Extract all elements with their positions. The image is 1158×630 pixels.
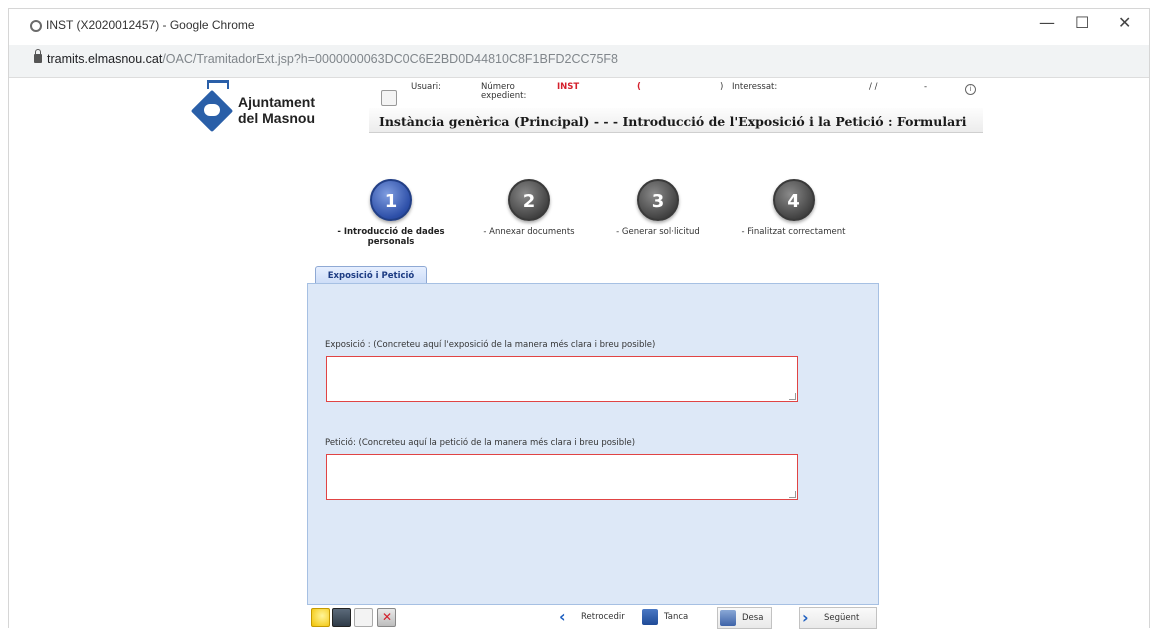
form-panel: Exposició : (Concreteu aquí l'exposició … xyxy=(307,283,879,605)
usuari-label: Usuari: xyxy=(411,82,441,92)
save-icon xyxy=(720,610,736,626)
crown-icon xyxy=(207,80,229,89)
url-host: tramits.elmasnou.cat xyxy=(47,52,163,66)
title-bar: INST (X2020012457) - Google Chrome — ☐ ✕ xyxy=(9,9,1149,45)
close-window-icon xyxy=(642,609,658,625)
peticio-textarea[interactable] xyxy=(326,454,798,500)
new-document-icon[interactable] xyxy=(311,608,330,627)
page-content: Ajuntament del Masnou Usuari: Número exp… xyxy=(9,78,1149,629)
paren-open: ( xyxy=(637,82,641,92)
step-2: 2 - Annexar documents xyxy=(464,179,594,237)
close-button[interactable]: Tanca xyxy=(640,607,688,627)
step-1-number: 1 xyxy=(370,179,412,221)
paren-close: ) xyxy=(720,82,724,92)
minimize-icon[interactable]: — xyxy=(1039,13,1055,32)
step-1: 1 - Introducció de dades personals xyxy=(316,179,466,247)
numero-label-2: expedient: xyxy=(481,91,527,101)
maximize-icon[interactable]: ☐ xyxy=(1075,13,1089,32)
expedient-header: Usuari: Número expedient: INST ( ) Inter… xyxy=(369,80,983,133)
terminal-icon[interactable] xyxy=(332,608,351,627)
lock-icon[interactable] xyxy=(34,49,42,63)
exposicio-label: Exposició : (Concreteu aquí l'exposició … xyxy=(325,340,656,350)
dash-separator: - xyxy=(924,82,928,92)
chevron-right-icon: › xyxy=(802,608,809,627)
close-icon[interactable]: ✕ xyxy=(1118,13,1131,32)
page-title: Instància genèrica (Principal) - - - Int… xyxy=(379,114,967,129)
peticio-label: Petició: (Concreteu aquí la petició de l… xyxy=(325,438,636,448)
step-3: 3 - Generar sol·licitud xyxy=(593,179,723,237)
numero-value: INST xyxy=(557,82,580,92)
back-button[interactable]: ‹ Retrocedir xyxy=(557,607,625,627)
document-icon[interactable] xyxy=(354,608,373,627)
info-icon[interactable]: i xyxy=(965,84,976,95)
logo-name: Ajuntament del Masnou xyxy=(238,94,316,126)
step-2-label: - Annexar documents xyxy=(483,227,575,237)
chevron-left-icon: ‹ xyxy=(559,607,566,626)
url-path: /OAC/TramitadorExt.jsp?h=0000000063DC0C6… xyxy=(162,52,619,66)
url-text[interactable]: tramits.elmasnou.cat/OAC/TramitadorExt.j… xyxy=(47,52,618,66)
step-4: 4 - Finalitzat correctament xyxy=(721,179,866,237)
interessat-label: Interessat: xyxy=(732,82,778,92)
save-button[interactable]: Desa xyxy=(717,607,773,629)
step-1-label: - Introducció de dades personals xyxy=(337,227,445,247)
site-favicon-icon xyxy=(30,20,42,32)
step-3-number: 3 xyxy=(637,179,679,221)
browser-window: INST (X2020012457) - Google Chrome — ☐ ✕… xyxy=(8,8,1150,629)
exposicio-textarea[interactable] xyxy=(326,356,798,402)
step-4-number: 4 xyxy=(772,179,815,221)
step-4-label: - Finalitzat correctament xyxy=(741,227,846,237)
step-3-label: - Generar sol·licitud xyxy=(616,227,700,237)
delete-document-icon[interactable]: ✕ xyxy=(377,608,396,627)
user-icon xyxy=(381,90,397,106)
bottom-toolbar: ✕ ‹ Retrocedir Tanca Desa › Següent xyxy=(307,605,879,629)
window-title: INST (X2020012457) - Google Chrome xyxy=(46,18,255,32)
next-button[interactable]: › Següent xyxy=(799,607,877,629)
step-2-number: 2 xyxy=(508,179,550,221)
date-separator: / / xyxy=(869,82,878,92)
address-bar[interactable]: tramits.elmasnou.cat/OAC/TramitadorExt.j… xyxy=(9,45,1149,78)
